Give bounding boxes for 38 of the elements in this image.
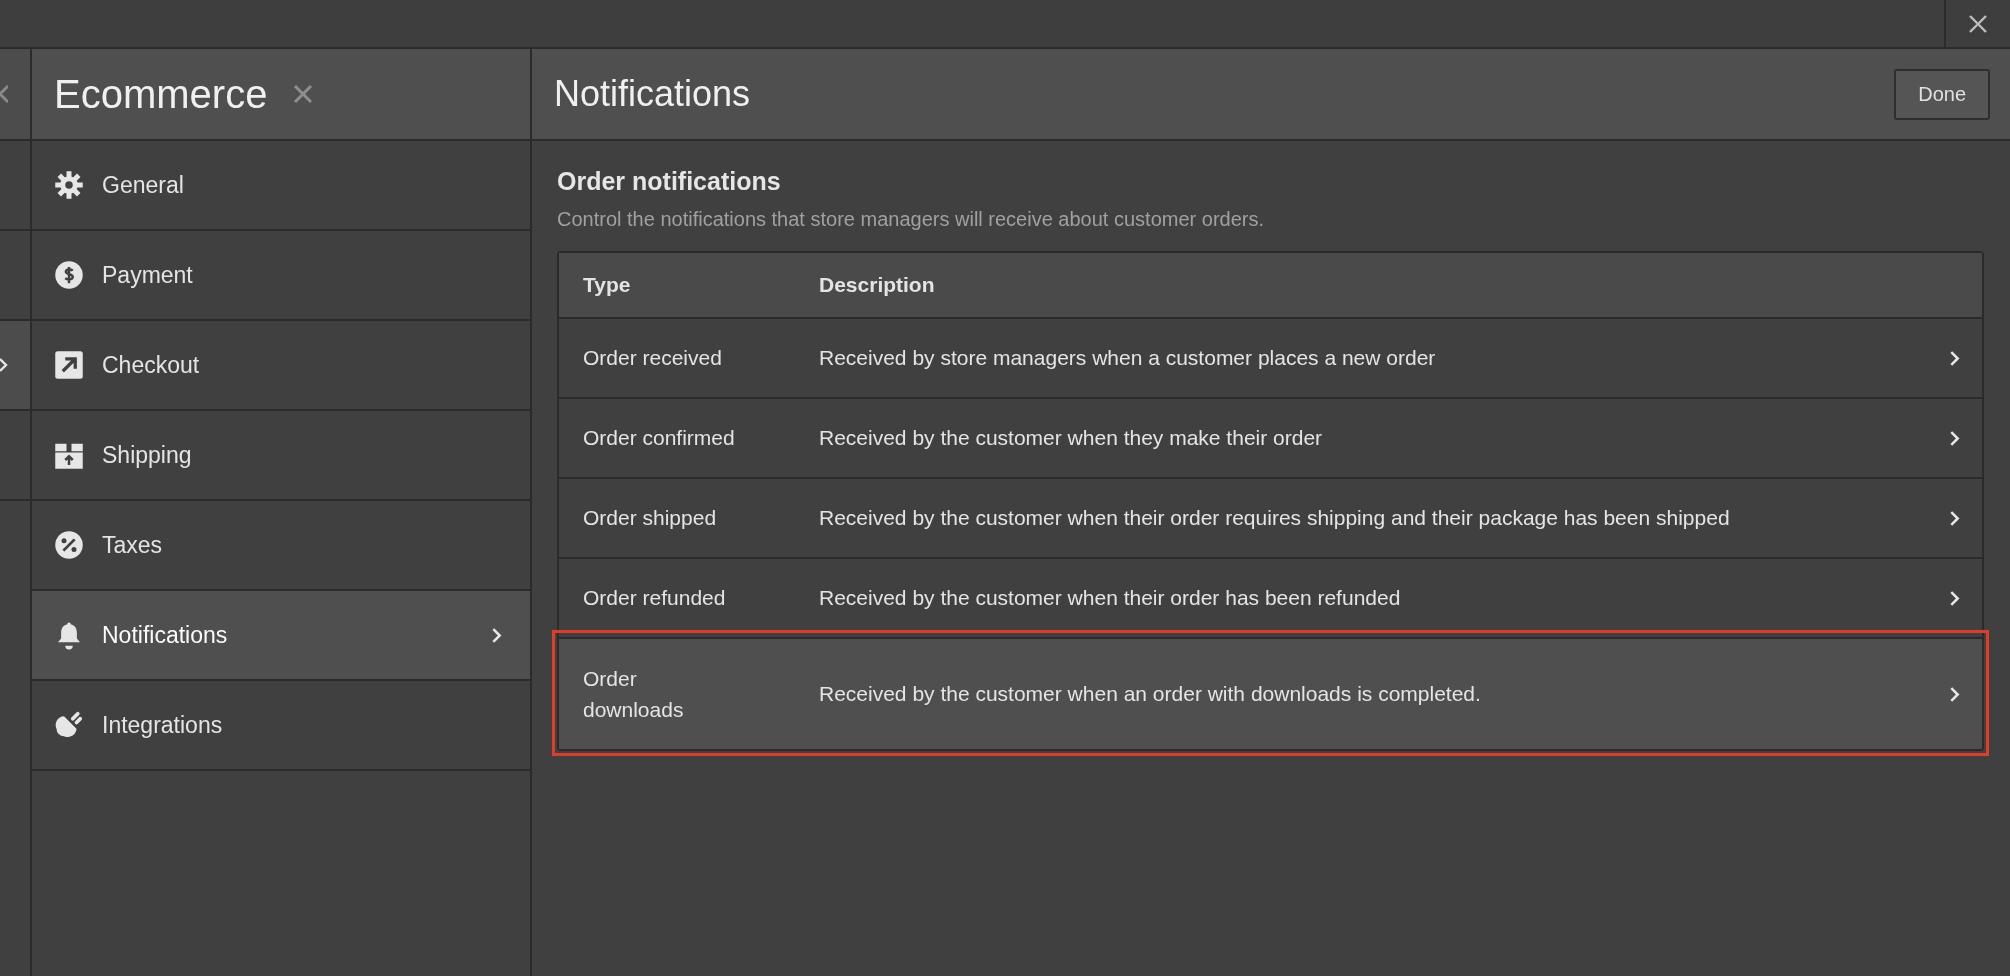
- table-row[interactable]: Order confirmed Received by the customer when they make their order: [559, 397, 1982, 477]
- table-cell: Received by the customer when they make their order: [819, 426, 1323, 450]
- table-row[interactable]: Order received Received by store managers when a customer places a new order: [559, 317, 1982, 397]
- table-cell: Received by the customer when their order requires shipping and their package has been shipped: [819, 506, 1730, 530]
- chevron-icon: [0, 357, 8, 373]
- table-cell: Received by the customer when their order has been refunded: [819, 586, 1401, 610]
- percent-icon: [54, 530, 84, 560]
- panel-row[interactable]: [0, 321, 30, 411]
- gear-icon: [54, 170, 84, 200]
- sidebar-item[interactable]: Checkout: [32, 321, 530, 411]
- table-cell: Received by the customer when an order with downloads is completed.: [819, 682, 1481, 706]
- panel-title: Ecommerce: [54, 71, 268, 117]
- section-title: Order notifications: [557, 167, 782, 196]
- chevron-icon: [1948, 685, 1960, 703]
- table-row[interactable]: Order shipped Received by the customer when their order requires shipping and their package has been shipped: [559, 477, 1982, 557]
- plug-icon: [54, 710, 84, 740]
- chevron-icon: [1948, 509, 1960, 527]
- done-button[interactable]: Done: [1894, 68, 1990, 120]
- chevron-icon: [1948, 429, 1960, 447]
- chevron-icon: [1948, 349, 1960, 367]
- column-header: Type: [583, 272, 632, 299]
- table-cell-text: Order shipped: [583, 505, 718, 532]
- sidebar-item[interactable]: Payment: [32, 231, 530, 321]
- chevron-icon: [1948, 589, 1960, 607]
- table-cell-text: Order confirmed: [583, 425, 736, 452]
- table-cell-text: Order downloads: [583, 665, 685, 723]
- panel-title: Notifications: [554, 73, 751, 115]
- sidebar-item[interactable]: Notifications: [32, 591, 530, 681]
- table-cell-text: Order received: [583, 345, 723, 372]
- chevron-icon: [491, 626, 502, 644]
- sidebar-item[interactable]: General: [32, 141, 530, 231]
- table-cell-text: Order refunded: [583, 585, 727, 612]
- table-cell: Received by store managers when a customer places a new order: [819, 346, 1436, 370]
- sidebar-item[interactable]: Shipping: [32, 411, 530, 501]
- column-header: Description: [819, 273, 935, 297]
- sidebar-item[interactable]: Integrations: [32, 681, 530, 771]
- dollar-icon: [54, 260, 84, 290]
- section-description: Control the notifications that store managers will receive about customer orders.: [557, 208, 1265, 231]
